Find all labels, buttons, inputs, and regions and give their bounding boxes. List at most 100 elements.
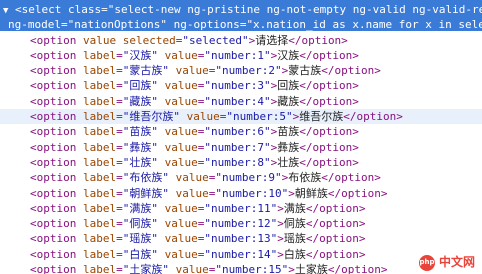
tag-close-bracket: > <box>288 263 295 274</box>
select-node-line-2[interactable]: ng-model="nationOptions" ng-options="x.n… <box>0 17 482 32</box>
value-attr-value: "number:11" <box>204 201 278 215</box>
label-attr-value: "满族" <box>122 201 158 215</box>
option-close-tag: </option> <box>305 232 366 246</box>
option-close-tag: </option> <box>321 64 381 78</box>
value-attr-value: "number:12" <box>204 217 278 231</box>
label-attr-value: "壮族" <box>122 155 158 169</box>
label-attr-value: "侗族" <box>122 217 158 231</box>
value-attr-value: "number:5" <box>226 110 293 124</box>
elements-dom-tree: ▼ <select class="select-new ng-pristine n… <box>0 2 482 274</box>
equals-sign: = <box>116 110 123 124</box>
value-attr-name: value <box>164 201 198 215</box>
value-attr-value: "number:3" <box>204 79 271 93</box>
value-attr-value: "number:10" <box>215 186 289 200</box>
option-text: 土家族 <box>294 263 328 274</box>
value-attr-value: "number:15" <box>215 263 289 274</box>
value-attr-name: value <box>164 232 198 246</box>
label-attr-value: "蒙古族" <box>122 64 169 78</box>
value-attr-value: "number:8" <box>204 155 271 169</box>
tag-close-bracket: > <box>277 201 284 215</box>
option-text: 苗族 <box>277 125 300 139</box>
label-attr-name: label <box>82 171 117 185</box>
tag-close-bracket: > <box>277 232 284 246</box>
option-node[interactable]: <option label="苗族" value="number:6">苗族</… <box>0 124 482 139</box>
value-attr-name: value <box>186 110 220 124</box>
option-open-tag: <option <box>30 217 77 231</box>
option-close-tag: </option> <box>327 186 388 200</box>
option-open-tag: <option <box>30 48 77 62</box>
label-attr-name: label <box>82 125 117 139</box>
label-attr-name: label <box>82 140 117 154</box>
option-open-tag: <option <box>30 64 77 78</box>
equals-sign: = <box>116 79 123 93</box>
value-attr-name: value <box>164 155 198 169</box>
label-attr-value: "土家族" <box>122 263 169 274</box>
option-node[interactable]: <option label="回族" value="number:3">回族</… <box>0 78 482 93</box>
equals-sign: = <box>116 155 123 169</box>
equals-sign: = <box>116 247 123 261</box>
option-node[interactable]: <option label="维吾尔族" value="number:5">维吾… <box>0 109 482 125</box>
label-attr-value: "维吾尔族" <box>122 110 180 124</box>
equals-sign: = <box>116 140 123 154</box>
option-node[interactable]: <option label="藏族" value="number:4">藏族</… <box>0 94 482 109</box>
label-attr-name: label <box>82 186 117 200</box>
label-attr-value: "藏族" <box>122 94 158 108</box>
value-attr-name: value <box>164 79 198 93</box>
option-node[interactable]: <option label="土家族" value="number:15">土家… <box>0 262 482 274</box>
option-node[interactable]: <option label="朝鲜族" value="number:10">朝鲜… <box>0 186 482 201</box>
option-text: 满族 <box>283 201 306 215</box>
value-attr-name: value <box>175 171 209 185</box>
label-attr-value: "瑶族" <box>122 232 158 246</box>
value-attr-value: "number:7" <box>204 140 271 154</box>
option-open-tag: <option <box>30 201 77 215</box>
label-attr-value: "苗族" <box>122 125 158 139</box>
option-open-tag: <option <box>30 155 77 169</box>
label-attr-name: label <box>82 247 117 261</box>
label-attr-name: label <box>82 217 117 231</box>
value-attr-name: value <box>175 64 209 78</box>
value-attr-name: value <box>164 247 198 261</box>
option-node[interactable]: <option label="汉族" value="number:1">汉族</… <box>0 48 482 63</box>
label-attr-name: label <box>82 232 117 246</box>
tag-close-bracket: > <box>288 186 295 200</box>
option-text: 蒙古族 <box>288 64 322 78</box>
selected-attr-name: selected <box>122 33 176 47</box>
value-attr-name: value <box>164 125 198 139</box>
option-open-tag: <option <box>30 247 77 261</box>
value-attr-name: value <box>164 140 198 154</box>
value-attr-value: "number:4" <box>204 94 271 108</box>
option-node[interactable]: <option label="壮族" value="number:8">壮族</… <box>0 155 482 170</box>
label-attr-name: label <box>82 201 117 215</box>
option-text: 侗族 <box>283 217 306 231</box>
tag-close-bracket: > <box>277 217 284 231</box>
value-attr-name: value <box>164 48 198 62</box>
label-attr-value: "汉族" <box>122 48 158 62</box>
option-open-tag: <option <box>30 140 77 154</box>
option-text: 布依族 <box>288 171 322 185</box>
value-attr-value: "number:9" <box>215 171 282 185</box>
option-open-tag: <option <box>30 186 77 200</box>
option-node[interactable]: <option label="布依族" value="number:9">布依族… <box>0 170 482 185</box>
equals-sign: = <box>116 125 123 139</box>
option-text: 汉族 <box>277 48 300 62</box>
label-attr-name: label <box>82 64 117 78</box>
ng-model-attr-value: "nationOptions" <box>67 18 167 32</box>
option-node[interactable]: <option label="白族" value="number:14">白族<… <box>0 247 482 262</box>
label-attr-name: label <box>82 94 117 108</box>
option-node[interactable]: <option label="彝族" value="number:7">彝族</… <box>0 140 482 155</box>
value-attr-name: value <box>175 186 209 200</box>
option-close-tag: </option> <box>299 155 359 169</box>
label-attr-name: label <box>82 110 117 124</box>
option-node-placeholder[interactable]: <option value selected="selected">请选择</o… <box>0 33 482 48</box>
option-text: 壮族 <box>277 155 300 169</box>
label-attr-value: "布依族" <box>122 171 169 185</box>
option-node[interactable]: <option label="侗族" value="number:12">侗族<… <box>0 216 482 231</box>
select-node-line-1[interactable]: ▼ <select class="select-new ng-pristine n… <box>0 2 482 17</box>
equals-sign: = <box>116 48 123 62</box>
option-close-tag: </option> <box>305 247 366 261</box>
value-attr-value: "number:6" <box>204 125 271 139</box>
option-node[interactable]: <option label="瑶族" value="number:13">瑶族<… <box>0 231 482 246</box>
option-node[interactable]: <option label="满族" value="number:11">满族<… <box>0 201 482 216</box>
option-node[interactable]: <option label="蒙古族" value="number:2">蒙古族… <box>0 63 482 78</box>
value-attr-value: "number:14" <box>204 247 278 261</box>
